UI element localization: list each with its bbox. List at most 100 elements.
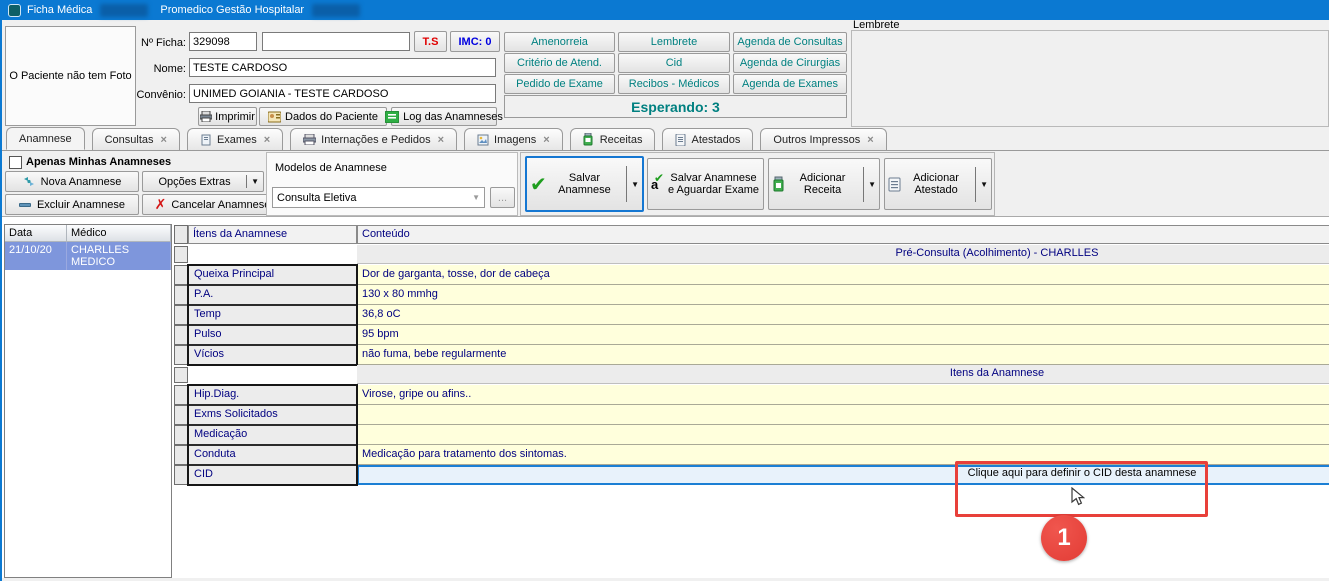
- close-icon[interactable]: ×: [867, 134, 873, 146]
- grid-col-items-header[interactable]: Ítens da Anamnese: [188, 225, 357, 244]
- row-selector[interactable]: [174, 246, 188, 263]
- modelos-label: Modelos de Anamnese: [275, 162, 387, 174]
- row-selector[interactable]: [174, 305, 188, 325]
- criterio-atend-button[interactable]: Critério de Atend.: [504, 53, 615, 73]
- agenda-exames-button[interactable]: Agenda de Exames: [733, 74, 847, 94]
- modelos-more-button[interactable]: ...: [490, 187, 515, 208]
- history-col-medico[interactable]: Médico: [67, 225, 171, 242]
- tab-consultas[interactable]: Consultas ×: [92, 128, 180, 150]
- salvar-anamnese-button[interactable]: ✔ Salvar Anamnese ▼: [525, 156, 644, 212]
- close-icon[interactable]: ×: [543, 134, 549, 146]
- row-selector[interactable]: [174, 367, 188, 383]
- row-selector[interactable]: [174, 345, 188, 365]
- item-label-conduta[interactable]: Conduta: [188, 445, 357, 465]
- close-icon[interactable]: ×: [161, 134, 167, 146]
- row-selector[interactable]: [174, 405, 188, 425]
- convenio-input[interactable]: [189, 84, 496, 103]
- cid-tooltip-text[interactable]: Clique aqui para definir o CID desta ana…: [957, 467, 1207, 479]
- history-row-selected[interactable]: 21/10/20 CHARLLES MEDICO: [5, 242, 171, 270]
- item-value-medicacao[interactable]: [357, 425, 1329, 445]
- item-label-pulso[interactable]: Pulso: [188, 325, 357, 345]
- row-selector[interactable]: [174, 425, 188, 445]
- apenas-minhas-checkbox[interactable]: [9, 156, 22, 169]
- row-selector[interactable]: [174, 285, 188, 305]
- row-selector[interactable]: [174, 445, 188, 465]
- cancel-x-icon: ✗: [155, 196, 167, 213]
- item-value-exms[interactable]: [357, 405, 1329, 425]
- tab-atestados[interactable]: Atestados: [662, 128, 753, 150]
- tab-label: Receitas: [600, 134, 643, 146]
- salvar-aguardar-button[interactable]: a ✔ Salvar Anamnese e Aguardar Exame: [647, 158, 764, 210]
- adicionar-receita-label: Adicionar Receita: [786, 172, 859, 196]
- row-selector[interactable]: [174, 465, 188, 485]
- item-label-hipdiag[interactable]: Hip.Diag.: [188, 385, 357, 405]
- history-cell-date: 21/10/20: [5, 242, 67, 270]
- nome-input[interactable]: [189, 58, 496, 77]
- opcoes-extras-button[interactable]: Opções Extras ▼: [142, 171, 264, 192]
- item-value-queixa[interactable]: Dor de garganta, tosse, dor de cabeça: [357, 265, 1329, 285]
- opcoes-extras-label: Opções Extras: [147, 176, 242, 188]
- no-photo-label: O Paciente não tem Foto: [9, 70, 131, 82]
- ficha-input[interactable]: [189, 32, 257, 51]
- tab-receitas[interactable]: Receitas: [570, 128, 656, 150]
- amenorreia-button[interactable]: Amenorreia: [504, 32, 615, 52]
- grid-col-conteudo-header[interactable]: Conteúdo: [357, 225, 1329, 244]
- tab-label: Exames: [217, 134, 257, 146]
- chevron-down-icon[interactable]: ▼: [980, 180, 988, 189]
- imprimir-button[interactable]: Imprimir: [198, 107, 257, 126]
- combo-arrow-icon[interactable]: ▼: [472, 193, 480, 202]
- agenda-consultas-button[interactable]: Agenda de Consultas: [733, 32, 847, 52]
- redacted-text: [100, 4, 148, 17]
- row-selector[interactable]: [174, 385, 188, 405]
- adicionar-receita-button[interactable]: Adicionar Receita ▼: [768, 158, 880, 210]
- lembrete-button[interactable]: Lembrete: [618, 32, 730, 52]
- close-icon[interactable]: ×: [438, 134, 444, 146]
- modelos-combobox[interactable]: Consulta Eletiva ▼: [272, 187, 485, 208]
- item-label-medicacao[interactable]: Medicação: [188, 425, 357, 445]
- item-value-pulso[interactable]: 95 bpm: [357, 325, 1329, 345]
- item-label-queixa[interactable]: Queixa Principal: [188, 265, 357, 285]
- nova-anamnese-button[interactable]: Nova Anamnese: [5, 171, 139, 192]
- annotation-step-badge: 1: [1041, 515, 1087, 561]
- pedido-exame-button[interactable]: Pedido de Exame: [504, 74, 615, 94]
- close-icon[interactable]: ×: [264, 134, 270, 146]
- item-label-cid[interactable]: CID: [188, 465, 357, 485]
- item-value-hipdiag[interactable]: Virose, gripe ou afins..: [357, 385, 1329, 405]
- excluir-anamnese-button[interactable]: Excluir Anamnese: [5, 194, 139, 215]
- ficha-extra-input[interactable]: [262, 32, 410, 51]
- adicionar-atestado-button[interactable]: Adicionar Atestado ▼: [884, 158, 992, 210]
- item-label-pa[interactable]: P.A.: [188, 285, 357, 305]
- tab-internacoes-pedidos[interactable]: Internações e Pedidos ×: [290, 128, 457, 150]
- item-label-exms[interactable]: Exms Solicitados: [188, 405, 357, 425]
- item-label-vicios[interactable]: Vícios: [188, 345, 357, 365]
- tab-imagens[interactable]: Imagens ×: [464, 128, 563, 150]
- printer-icon: [303, 134, 316, 145]
- chevron-down-icon[interactable]: ▼: [868, 180, 876, 189]
- cancelar-anamnese-button[interactable]: ✗ Cancelar Anamnese: [142, 194, 283, 215]
- imc-button[interactable]: IMC: 0: [450, 31, 500, 52]
- item-value-pa[interactable]: 130 x 80 mmhg: [357, 285, 1329, 305]
- patient-card-icon: [268, 111, 281, 123]
- nova-anamnese-label: Nova Anamnese: [41, 176, 122, 188]
- app-icon: [8, 4, 21, 17]
- row-selector[interactable]: [174, 325, 188, 345]
- tab-exames[interactable]: Exames ×: [187, 128, 283, 150]
- chevron-down-icon[interactable]: ▼: [251, 177, 259, 186]
- agenda-cirurgias-button[interactable]: Agenda de Cirurgias: [733, 53, 847, 73]
- split-separator: [975, 167, 976, 202]
- log-anamneses-button[interactable]: Log das Anamneses: [391, 107, 497, 126]
- item-value-temp[interactable]: 36,8 oC: [357, 305, 1329, 325]
- chevron-down-icon[interactable]: ▼: [631, 180, 639, 189]
- tab-outros-impressos[interactable]: Outros Impressos ×: [760, 128, 886, 150]
- grid-selector-header: [174, 225, 188, 244]
- item-value-vicios[interactable]: não fuma, bebe regularmente: [357, 345, 1329, 365]
- cid-button[interactable]: Cid: [618, 53, 730, 73]
- item-label-temp[interactable]: Temp: [188, 305, 357, 325]
- dados-paciente-button[interactable]: Dados do Paciente: [259, 107, 387, 126]
- tab-label: Consultas: [105, 134, 154, 146]
- tab-anamnese[interactable]: Anamnese: [6, 127, 85, 150]
- recibos-medicos-button[interactable]: Recibos - Médicos: [618, 74, 730, 94]
- history-col-data[interactable]: Data: [5, 225, 67, 242]
- ts-button[interactable]: T.S: [414, 31, 447, 52]
- row-selector[interactable]: [174, 265, 188, 285]
